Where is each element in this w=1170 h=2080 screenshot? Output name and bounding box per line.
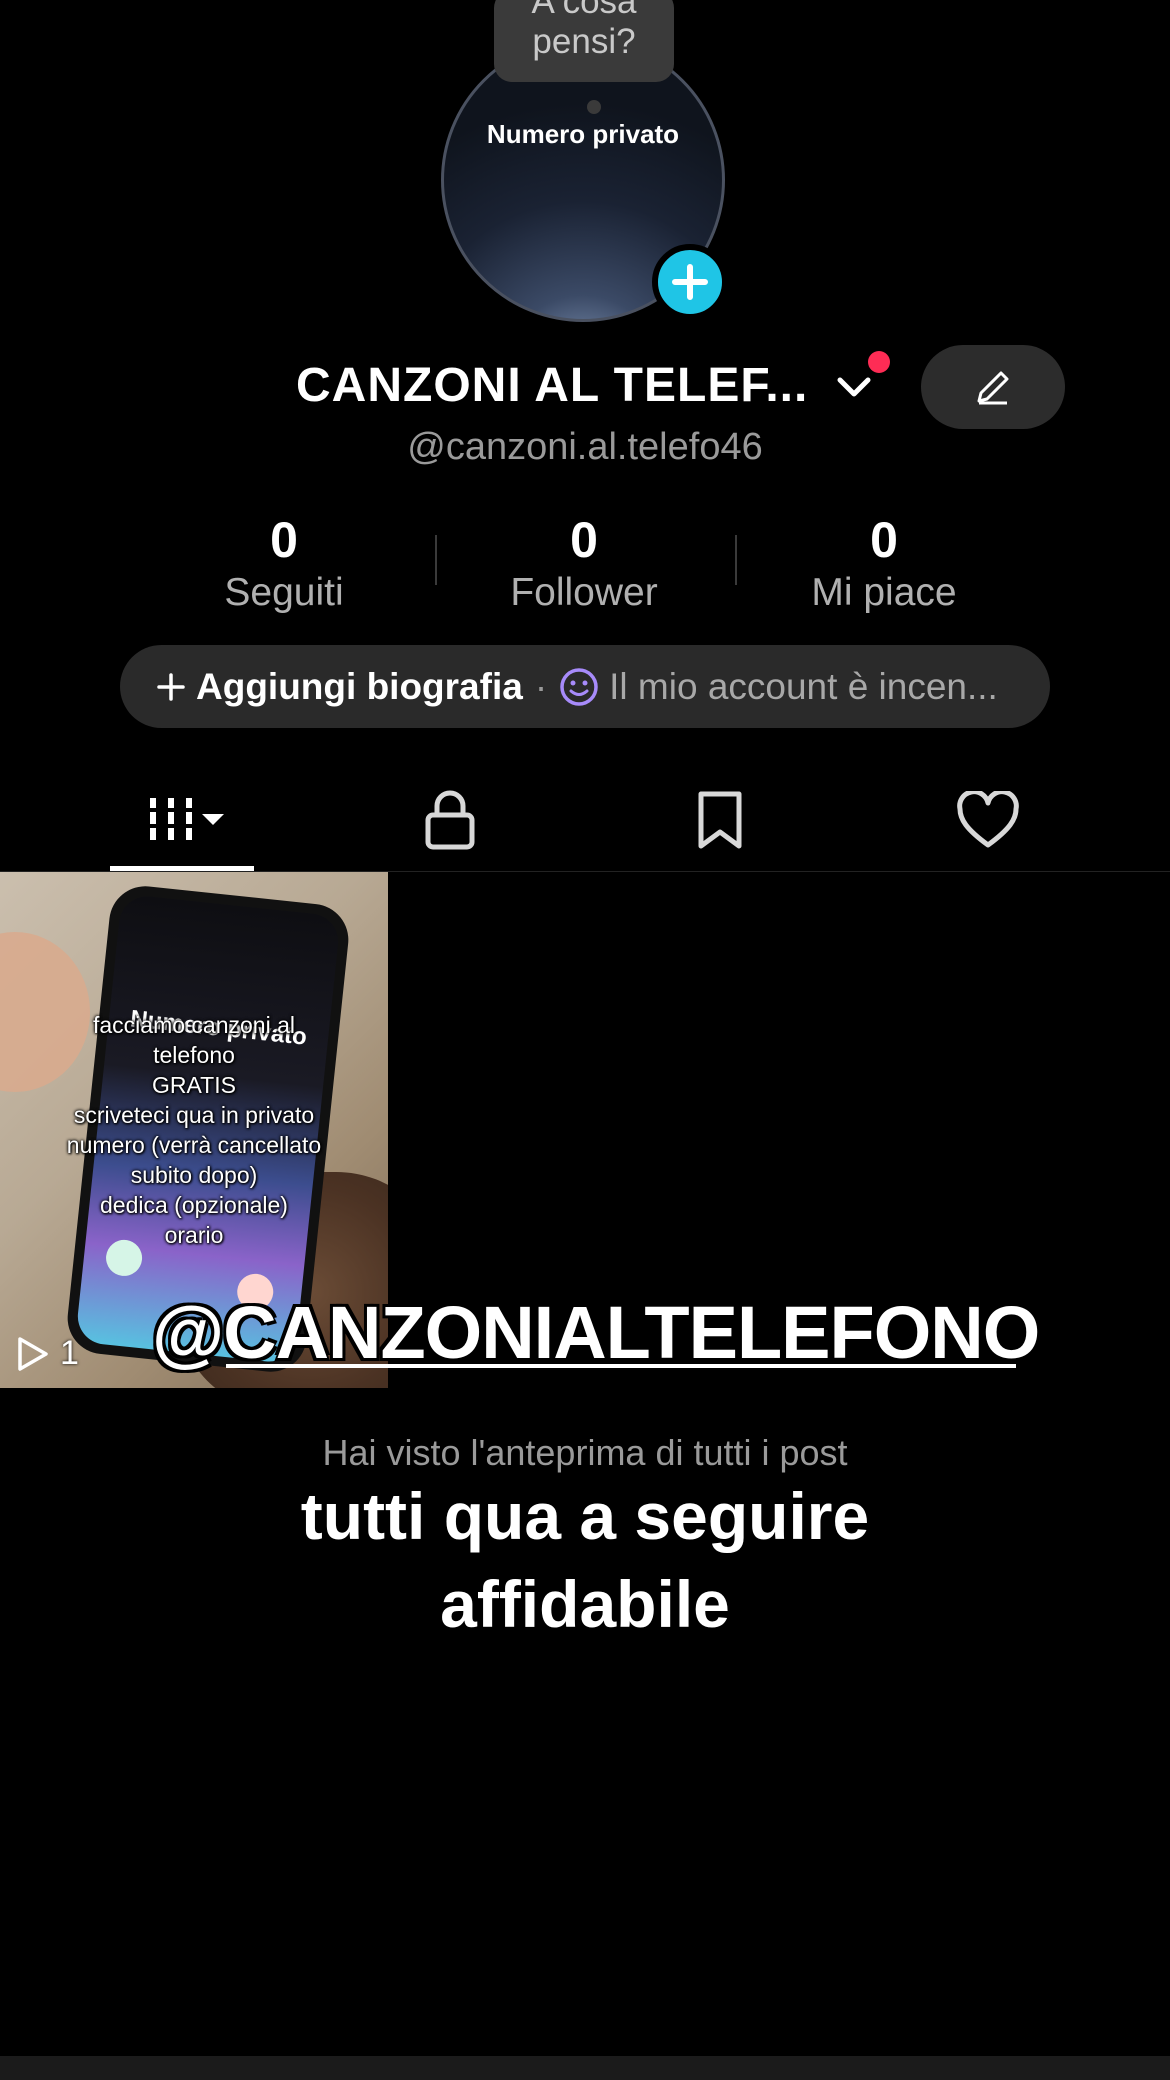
overlay-big-line-1: tutti qua a seguire xyxy=(300,1479,870,1553)
play-count: 1 xyxy=(16,1334,79,1373)
lock-icon xyxy=(425,790,475,850)
preview-notice: Hai visto l'anteprima di tutti i post xyxy=(322,1432,848,1473)
play-count-value: 1 xyxy=(60,1334,79,1372)
thought-bubble-line-1: A cosa xyxy=(531,0,637,21)
plus-icon xyxy=(157,672,185,701)
caption-line: orario xyxy=(164,1222,224,1248)
overlay-handle-text: @CANZONIALTELEFONO xyxy=(152,1291,1040,1374)
profile-handle: @canzoni.al.telefo46 xyxy=(407,426,763,468)
edit-profile-button[interactable] xyxy=(921,345,1065,429)
grid-icon xyxy=(150,798,224,840)
tab-videos[interactable] xyxy=(110,772,254,868)
tab-saved[interactable] xyxy=(648,772,792,868)
bottom-nav-bar xyxy=(0,2056,1170,2080)
overlay-big-text: tutti qua a seguire affidabile xyxy=(0,1472,1170,1648)
heart-icon xyxy=(957,791,1019,848)
plus-icon xyxy=(672,264,708,300)
tab-private[interactable] xyxy=(378,772,522,868)
smiley-icon xyxy=(560,667,598,706)
add-story-button[interactable] xyxy=(652,244,728,320)
account-status-text: Il mio account è incen... xyxy=(609,665,998,707)
video-caption: facciamo canzoni al telefono GRATIS scri… xyxy=(0,1010,388,1250)
add-bio-label: Aggiungi biografia xyxy=(196,665,523,707)
caption-line: facciamo canzoni al xyxy=(93,1012,295,1038)
stat-likes[interactable]: 0 Mi piace xyxy=(734,510,1034,616)
avatar-image-text: Numero privato xyxy=(486,119,680,149)
stat-label: Follower xyxy=(510,571,658,614)
caption-line: telefono xyxy=(153,1042,235,1068)
tab-liked[interactable] xyxy=(916,772,1060,868)
caption-line: scriveteci qua in privato xyxy=(73,1102,315,1128)
notification-dot xyxy=(868,351,890,373)
thought-bubble-line-2: pensi? xyxy=(532,22,636,61)
bio-pill[interactable]: Aggiungi biografia · Il mio account è in… xyxy=(120,645,1050,728)
stat-value: 0 xyxy=(270,512,298,568)
pencil-icon xyxy=(977,371,1009,405)
stat-followers[interactable]: 0 Follower xyxy=(434,510,734,616)
play-icon xyxy=(18,1336,48,1371)
stat-label: Seguiti xyxy=(224,571,344,614)
caption-line: dedica (opzionale) xyxy=(100,1192,288,1218)
thought-bubble[interactable]: A cosa pensi? xyxy=(494,0,674,82)
overlay-big-line-2: affidabile xyxy=(440,1567,730,1641)
caption-line: GRATIS xyxy=(152,1072,236,1098)
stat-value: 0 xyxy=(870,512,898,568)
profile-name[interactable]: CANZONI AL TELEF... xyxy=(296,358,808,413)
stat-value: 0 xyxy=(570,512,598,568)
bookmark-icon xyxy=(698,791,742,849)
stat-following[interactable]: 0 Seguiti xyxy=(134,510,434,616)
caption-line: subito dopo) xyxy=(130,1162,258,1188)
top-right-glyphs xyxy=(840,0,1140,4)
stat-label: Mi piace xyxy=(811,571,957,614)
bio-separator: · xyxy=(534,665,548,707)
caption-line: numero (verrà cancellato xyxy=(66,1132,322,1158)
thought-bubble-tail xyxy=(587,100,601,114)
top-left-glyph xyxy=(40,0,100,4)
chevron-down-icon[interactable] xyxy=(834,368,874,408)
overlay-handle-underline xyxy=(226,1364,1016,1368)
